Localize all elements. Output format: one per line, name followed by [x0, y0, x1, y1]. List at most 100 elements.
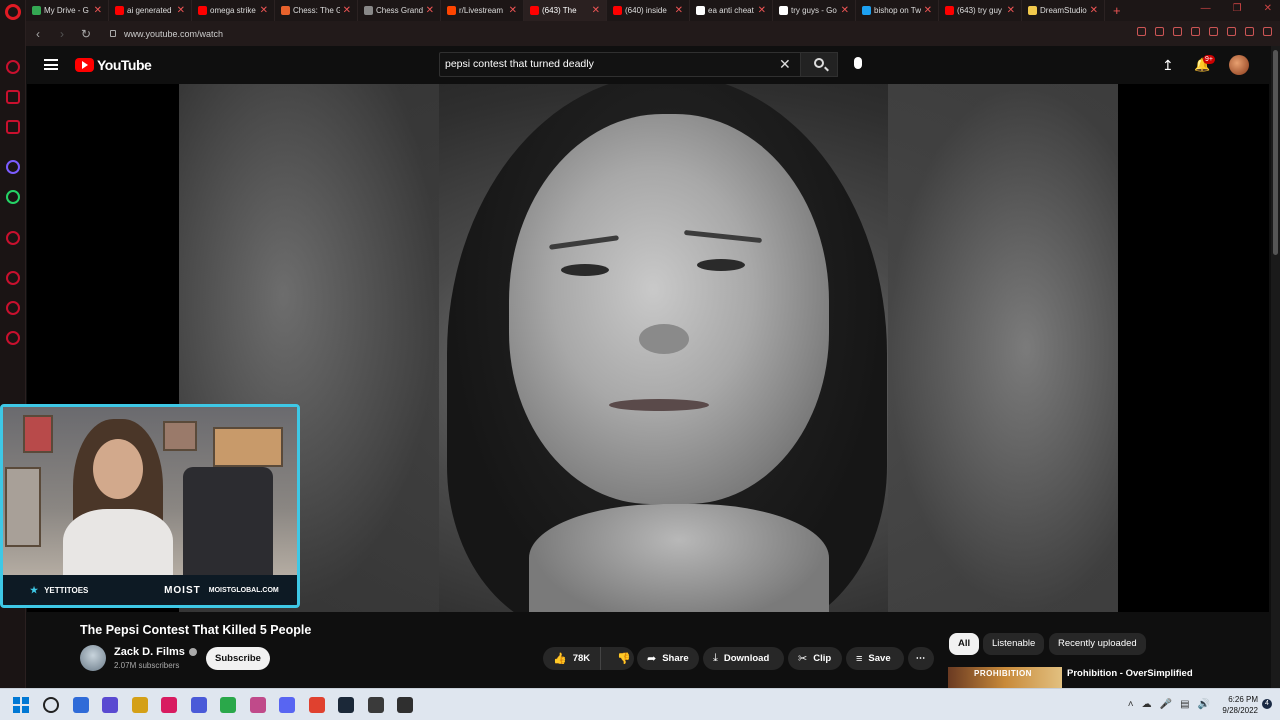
account-avatar[interactable]: [1229, 55, 1249, 75]
opera-logo-icon[interactable]: [5, 4, 21, 20]
browser-tab[interactable]: try guys - Go ✕: [773, 0, 856, 21]
new-tab-icon[interactable]: +: [1105, 3, 1129, 18]
microphone-tray-icon[interactable]: 🎤: [1160, 699, 1172, 710]
browser-tab[interactable]: My Drive - G ✕: [26, 0, 109, 21]
scrollbar-thumb[interactable]: [1273, 50, 1278, 255]
onedrive-icon[interactable]: ☁: [1142, 699, 1152, 710]
camera-icon[interactable]: [1173, 27, 1182, 36]
browser-tab[interactable]: bishop on Tw ✕: [856, 0, 939, 21]
tab-close-icon[interactable]: ✕: [924, 5, 932, 16]
tab-close-icon[interactable]: ✕: [1090, 5, 1098, 16]
network-icon[interactable]: ▤: [1180, 699, 1189, 710]
tab-close-icon[interactable]: ✕: [509, 5, 517, 16]
microphone-icon[interactable]: [854, 57, 862, 69]
tab-close-icon[interactable]: ✕: [343, 5, 351, 16]
taskbar-app-icon[interactable]: [220, 697, 236, 713]
browser-tab[interactable]: r/Livestream ✕: [441, 0, 524, 21]
browser-tab[interactable]: Chess Grand ✕: [358, 0, 441, 21]
messenger-icon[interactable]: [6, 160, 20, 174]
music-icon[interactable]: [6, 231, 20, 245]
heart-icon[interactable]: [1227, 27, 1236, 36]
lock-icon: [110, 30, 116, 37]
play-icon[interactable]: [1209, 27, 1218, 36]
upload-icon[interactable]: ↥: [1162, 57, 1174, 74]
search-icon[interactable]: [1137, 27, 1146, 36]
forward-icon[interactable]: ›: [50, 27, 74, 41]
taskbar-app-icon[interactable]: [190, 697, 207, 713]
clip-button[interactable]: ✂ Clip: [788, 647, 842, 670]
channel-avatar[interactable]: [80, 645, 106, 671]
browser-tab[interactable]: (643) try guy ✕: [939, 0, 1022, 21]
browser-tab[interactable]: ea anti cheat ✕: [690, 0, 773, 21]
hamburger-menu-icon[interactable]: [44, 59, 58, 70]
taskbar-app-icon[interactable]: [43, 697, 59, 713]
browser-tab[interactable]: DreamStudio ✕: [1022, 0, 1105, 21]
tab-close-icon[interactable]: ✕: [177, 5, 185, 16]
page-scrollbar[interactable]: [1271, 46, 1280, 688]
volume-icon[interactable]: 🔊: [1198, 699, 1210, 710]
save-button[interactable]: ≡ Save: [846, 647, 904, 670]
channel-name[interactable]: Zack D. Films: [114, 646, 197, 658]
browser-tab[interactable]: Chess: The G ✕: [275, 0, 358, 21]
tab-close-icon[interactable]: ✕: [841, 5, 849, 16]
taskbar-app-icon[interactable]: [72, 697, 89, 713]
more-actions-button[interactable]: ⋯: [908, 647, 934, 670]
like-button[interactable]: 👍 78K: [543, 647, 602, 670]
browser-tab[interactable]: (643) The ✕: [524, 0, 607, 21]
taskbar-app-icon[interactable]: [338, 697, 354, 713]
recommendation-thumbnail[interactable]: PROHIBITION: [948, 667, 1062, 689]
taskbar-clock[interactable]: 6:26 PM 9/28/2022: [1222, 694, 1258, 716]
tab-close-icon[interactable]: ✕: [1007, 5, 1015, 16]
tab-close-icon[interactable]: ✕: [260, 5, 268, 16]
share-icon[interactable]: [1155, 27, 1164, 36]
notification-center-badge[interactable]: 4: [1262, 699, 1272, 709]
bag-icon[interactable]: [6, 90, 20, 104]
browser-tab[interactable]: ai generated ✕: [109, 0, 192, 21]
taskbar-app-icon[interactable]: [279, 697, 295, 713]
tab-close-icon[interactable]: ✕: [94, 5, 102, 16]
minimize-icon[interactable]: —: [1201, 3, 1211, 14]
tab-close-icon[interactable]: ✕: [675, 5, 683, 16]
twitch-icon[interactable]: [6, 120, 20, 134]
settings-icon[interactable]: [6, 331, 20, 345]
cube-icon[interactable]: [6, 301, 20, 315]
taskbar-app-icon[interactable]: [249, 697, 266, 713]
taskbar-app-icon[interactable]: [367, 697, 384, 713]
channel-name-text[interactable]: Zack D. Films: [114, 646, 185, 658]
browser-tab[interactable]: (640) inside ✕: [607, 0, 690, 21]
search-button[interactable]: [800, 52, 838, 77]
youtube-logo[interactable]: YouTube: [75, 57, 152, 73]
history-icon[interactable]: [6, 271, 20, 285]
chip-all[interactable]: All: [949, 633, 980, 655]
speed-dial-icon[interactable]: [6, 60, 20, 74]
url-field[interactable]: www.youtube.com/watch: [110, 29, 223, 39]
close-window-icon[interactable]: ✕: [1264, 3, 1272, 14]
tab-close-icon[interactable]: ✕: [758, 5, 766, 16]
tab-close-icon[interactable]: ✕: [592, 5, 600, 16]
taskbar-app-icon[interactable]: [308, 697, 325, 713]
chevron-up-icon[interactable]: ˄: [1128, 699, 1134, 710]
taskbar-app-icon[interactable]: [161, 697, 177, 713]
taskbar-app-icon[interactable]: [397, 697, 413, 713]
reload-icon[interactable]: ↻: [74, 27, 98, 41]
chip-recently-uploaded[interactable]: Recently uploaded: [1049, 633, 1146, 655]
whatsapp-icon[interactable]: [6, 190, 20, 204]
clear-search-icon[interactable]: ✕: [779, 56, 791, 73]
subscribe-button[interactable]: Subscribe: [206, 647, 270, 670]
download-icon[interactable]: [1245, 27, 1254, 36]
share-button[interactable]: ➦ Share: [637, 647, 699, 670]
taskbar-app-icon[interactable]: [131, 697, 148, 713]
taskbar-app-icon[interactable]: [102, 697, 118, 713]
maximize-icon[interactable]: ❐: [1233, 3, 1242, 14]
dislike-button[interactable]: 👎: [607, 652, 641, 665]
back-icon[interactable]: ‹: [26, 27, 50, 41]
download-button[interactable]: ⤓ Download: [703, 647, 784, 670]
recommendation-title[interactable]: Prohibition - OverSimplified: [1067, 668, 1193, 679]
chip-listenable[interactable]: Listenable: [983, 633, 1045, 655]
tab-close-icon[interactable]: ✕: [426, 5, 434, 16]
vpn-icon[interactable]: [1191, 27, 1200, 36]
windows-start-icon[interactable]: [13, 697, 29, 713]
browser-tab[interactable]: omega strike ✕: [192, 0, 275, 21]
search-input[interactable]: pepsi contest that turned deadly: [439, 52, 825, 77]
menu-icon[interactable]: [1263, 27, 1272, 36]
